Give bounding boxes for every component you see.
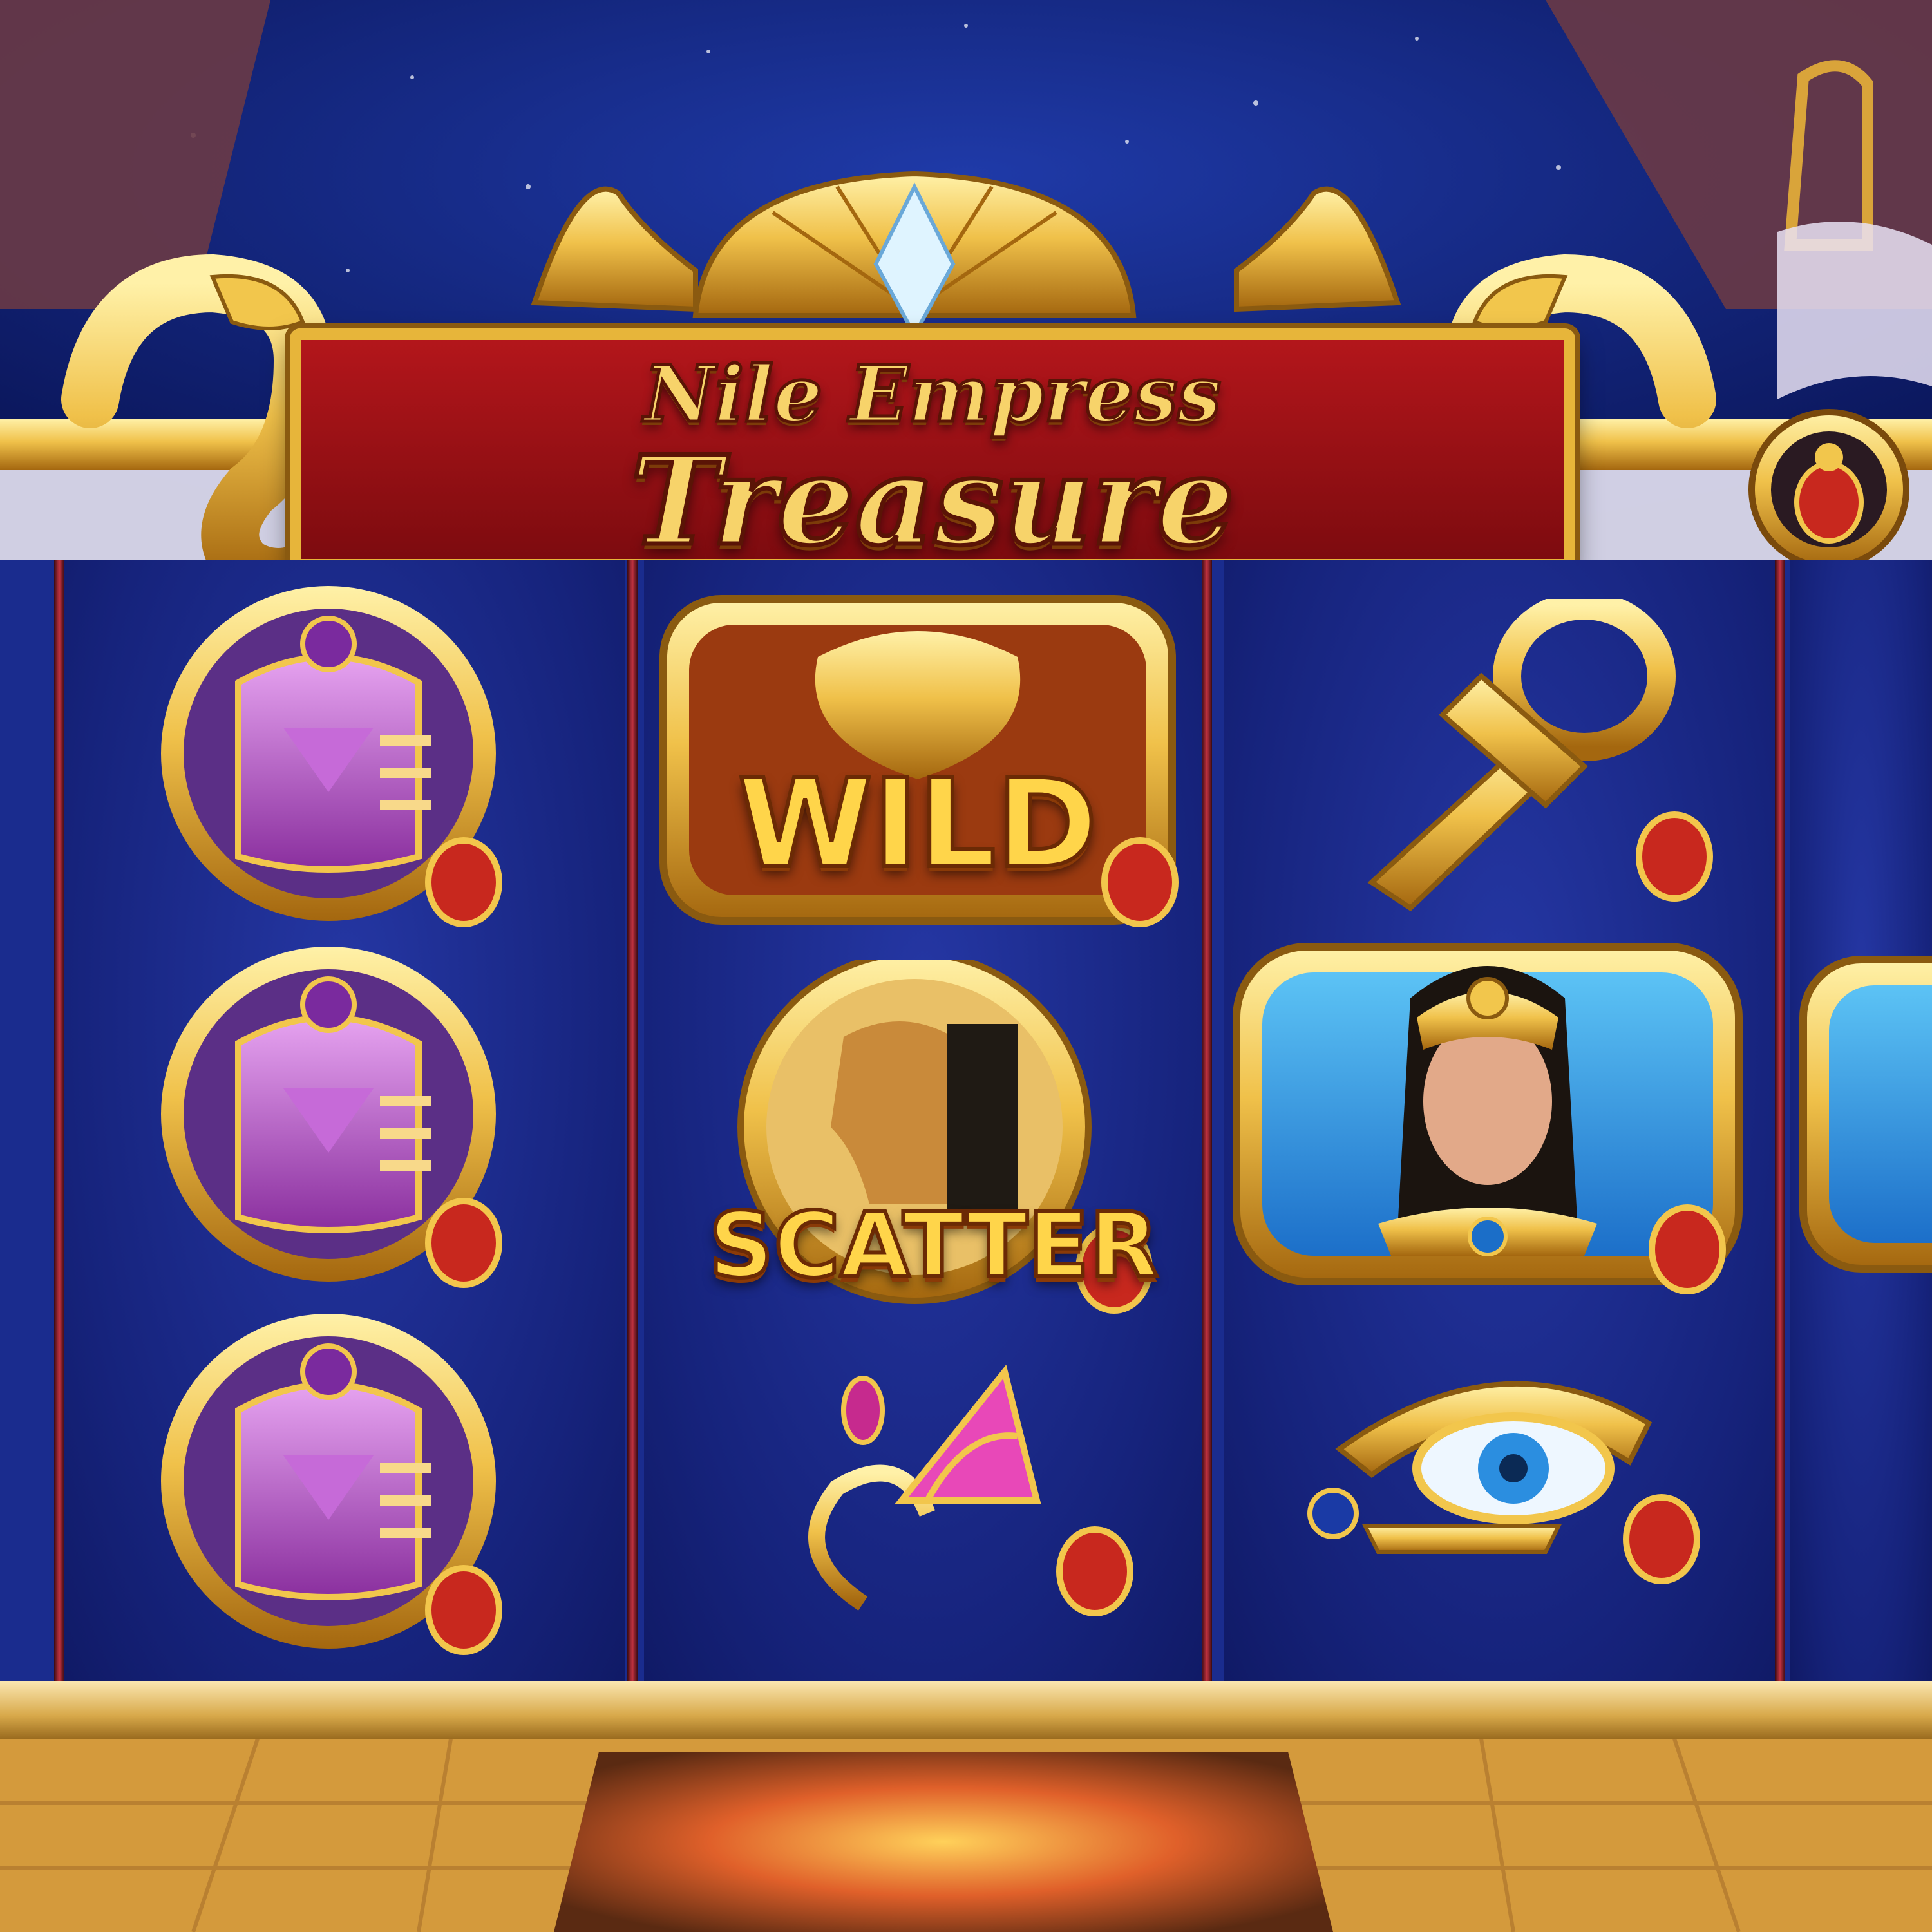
- wild-label: WILD: [735, 753, 1099, 895]
- reel-area: WILD SCATTER: [0, 560, 1932, 1681]
- ankh-icon[interactable]: [1314, 599, 1739, 921]
- wild-symbol[interactable]: WILD: [650, 586, 1185, 947]
- white-curtain: [1777, 222, 1932, 399]
- scatter-symbol[interactable]: SCATTER: [702, 950, 1166, 1320]
- lotus-flower-icon[interactable]: [734, 1359, 1172, 1629]
- title-plate: Nile Empress Treasure: [290, 328, 1575, 571]
- empress-portrait-partial-icon: [1799, 956, 1932, 1273]
- falcon-sphinx-icon[interactable]: [142, 940, 541, 1301]
- fire-pit: [554, 1752, 1333, 1932]
- game-title-line1: Nile Empress: [642, 349, 1222, 440]
- scarab-medallion: [1748, 409, 1909, 570]
- game-title-line2: Treasure: [629, 429, 1237, 573]
- scatter-label: SCATTER: [707, 1193, 1161, 1298]
- empress-portrait-icon[interactable]: [1224, 921, 1777, 1307]
- reel-divider: [1202, 560, 1212, 1681]
- eye-of-horus-icon[interactable]: [1288, 1320, 1739, 1610]
- title-banner: Nile Empress Treasure: [77, 303, 1765, 580]
- falcon-sphinx-icon[interactable]: [142, 1307, 541, 1668]
- falcon-sphinx-icon[interactable]: [142, 580, 541, 940]
- reel-divider: [627, 560, 638, 1681]
- reel-base-rail: [0, 1681, 1932, 1739]
- reel-divider: [54, 560, 64, 1681]
